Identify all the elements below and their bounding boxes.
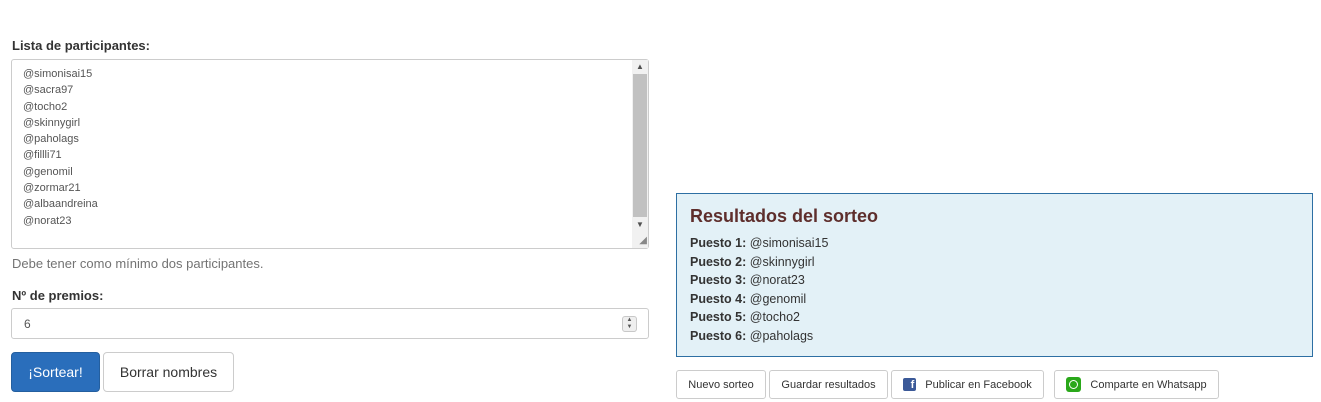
scroll-thumb[interactable] [633,74,647,217]
participant-line: @simonisai15 [23,68,93,80]
result-winner: @simonisai15 [749,236,829,250]
participants-label: Lista de participantes: [12,38,150,53]
result-winner: @skinnygirl [749,254,815,269]
prizes-number-input[interactable]: 6 ▲ ▼ [11,308,649,339]
save-results-label: Guardar resultados [781,378,876,391]
share-whatsapp-label: Comparte en Whatsapp [1090,378,1207,391]
participants-textarea[interactable]: @simonisai15 @sacra97 @tocho2 @skinnygir… [11,59,649,249]
participant-line: @skinnygirl [23,116,81,129]
results-title: Resultados del sorteo [690,206,879,226]
participants-help-text: Debe tener como mínimo dos participantes… [12,256,264,271]
participant-line: @fillli71 [23,149,62,162]
participant-line: @tocho2 [23,100,68,113]
save-results-button[interactable]: Guardar resultados [769,370,888,399]
prizes-label: Nº de premios: [12,288,104,303]
participant-line: @genomil [23,165,73,178]
results-list: Puesto 1: @simonisai15 Puesto 2: @skinny… [690,234,828,346]
result-item: Puesto 1: @simonisai15 [690,234,828,253]
result-item: Puesto 6: @paholags [690,327,828,346]
clear-names-button[interactable]: Borrar nombres [103,352,234,392]
result-place-label: Puesto 4: [690,291,747,306]
participant-line: @albaandreina [23,198,98,211]
whatsapp-icon [1066,377,1082,392]
prizes-value: 6 [24,317,31,331]
result-item: Puesto 3: @norat23 [690,271,828,290]
draw-button[interactable]: ¡Sortear! [11,352,100,392]
result-place-label: Puesto 3: [690,273,747,288]
share-whatsapp-button[interactable]: Comparte en Whatsapp [1054,370,1219,399]
publish-facebook-button[interactable]: f Publicar en Facebook [891,370,1044,399]
participant-line: @sacra97 [23,84,74,97]
result-place-label: Puesto 6: [690,328,747,343]
results-panel: Resultados del sorteo Puesto 1: @simonis… [676,193,1313,357]
publish-facebook-label: Publicar en Facebook [925,378,1032,391]
result-winner: @paholags [749,328,814,343]
result-winner: @tocho2 [749,310,800,325]
result-item: Puesto 4: @genomil [690,290,828,309]
textarea-scrollbar[interactable]: ▲ ▼ [632,60,648,248]
new-draw-button[interactable]: Nuevo sorteo [676,370,766,399]
facebook-icon: f [903,378,917,391]
participant-line: @zormar21 [23,182,81,195]
result-winner: @norat23 [749,273,805,288]
result-place-label: Puesto 5: [690,310,747,325]
resize-grip-icon[interactable]: ◢ [635,235,647,247]
spinner-down-icon[interactable]: ▼ [623,324,636,331]
participants-list: @simonisai15 @sacra97 @tocho2 @skinnygir… [23,66,98,229]
result-item: Puesto 2: @skinnygirl [690,253,828,272]
result-item: Puesto 5: @tocho2 [690,308,828,327]
new-draw-label: Nuevo sorteo [688,378,754,391]
scroll-down-icon[interactable]: ▼ [632,218,648,232]
spinner-up-icon[interactable]: ▲ [623,317,636,324]
result-place-label: Puesto 1: [690,236,747,250]
number-spinner[interactable]: ▲ ▼ [622,316,637,332]
scroll-up-icon[interactable]: ▲ [632,60,648,74]
participant-line: @norat23 [23,214,72,227]
participant-line: @paholags [23,133,79,146]
result-winner: @genomil [749,291,807,306]
result-place-label: Puesto 2: [690,254,747,269]
